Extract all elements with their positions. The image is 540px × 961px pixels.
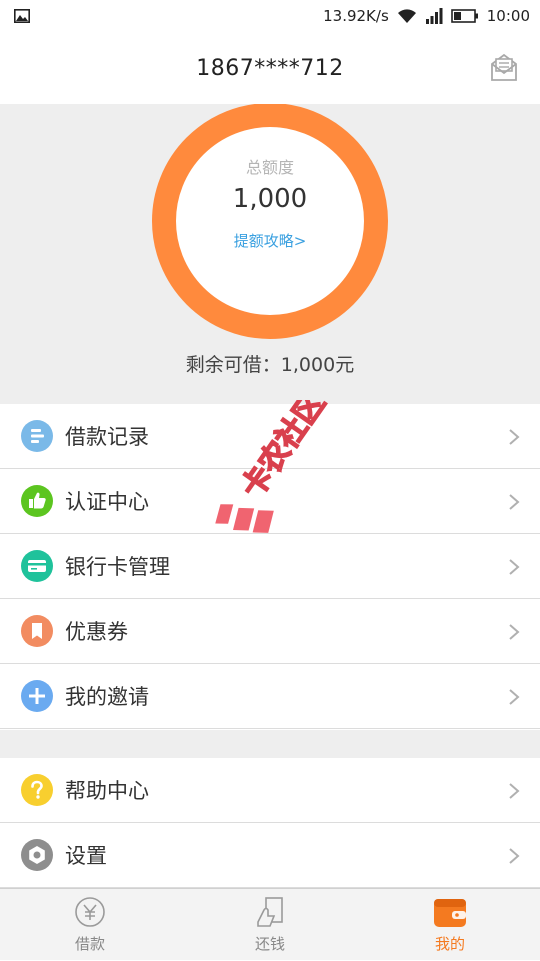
chevron-right-icon (509, 689, 520, 705)
tab-label: 还钱 (254, 935, 285, 953)
bottom-tab-bar: 借款 还钱 我的 (0, 888, 540, 960)
total-credit-label: 总额度 (245, 158, 294, 177)
menu-item-label: 借款记录 (65, 425, 149, 449)
status-bar: 13.92K/s 10:00 (0, 0, 540, 32)
chevron-right-icon (509, 559, 520, 575)
wallet-icon (434, 899, 466, 927)
thumbs-up-icon (21, 485, 53, 517)
image-icon (14, 9, 30, 23)
tab-loan[interactable]: 借款 (0, 889, 180, 961)
remaining-credit: 剩余可借：1,000元 (185, 354, 355, 376)
coupon-icon (21, 615, 53, 647)
raise-credit-link[interactable]: 提额攻略> (151, 230, 389, 251)
message-icon[interactable] (488, 52, 520, 84)
repay-icon (257, 897, 283, 927)
menu-item-help-center[interactable]: 帮助中心 (0, 758, 540, 823)
credit-ring: 总额度 1,000 提额攻略> (151, 104, 389, 340)
chevron-right-icon (509, 624, 520, 640)
section-divider (0, 730, 540, 758)
menu-item-verification[interactable]: 认证中心 (0, 469, 540, 534)
menu-item-coupons[interactable]: 优惠券 (0, 599, 540, 664)
total-credit-amount: 1,000 (232, 184, 308, 214)
tab-label: 我的 (434, 935, 465, 953)
ring-content: 总额度 1,000 提额攻略> (151, 104, 389, 340)
menu-item-invitations[interactable]: 我的邀请 (0, 664, 540, 729)
menu-item-bank-cards[interactable]: 银行卡管理 (0, 534, 540, 599)
chevron-right-icon (509, 429, 520, 445)
menu-group-secondary: 帮助中心 设置 (0, 758, 540, 888)
tab-repay[interactable]: 还钱 (180, 889, 360, 961)
plus-icon (21, 680, 53, 712)
chevron-right-icon (509, 848, 520, 864)
wifi-icon (397, 9, 416, 23)
tab-mine[interactable]: 我的 (360, 889, 540, 961)
help-icon (21, 774, 53, 806)
menu-item-loan-records[interactable]: 借款记录 (0, 404, 540, 469)
network-speed: 13.92K/s (323, 7, 389, 25)
battery-icon (450, 9, 478, 23)
header: 1867****712 (0, 32, 540, 104)
signal-icon (425, 8, 443, 24)
menu-item-label: 设置 (65, 844, 107, 868)
record-icon (21, 420, 53, 452)
menu-item-label: 认证中心 (65, 490, 149, 514)
menu-item-label: 银行卡管理 (65, 555, 170, 579)
menu-item-settings[interactable]: 设置 (0, 823, 540, 888)
status-right: 13.92K/s 10:00 (323, 0, 530, 32)
yen-icon (75, 897, 105, 927)
chevron-right-icon (509, 494, 520, 510)
page-title: 1867****712 (196, 55, 344, 81)
tab-label: 借款 (74, 935, 105, 953)
credit-panel: 总额度 1,000 提额攻略> 剩余可借：1,000元 (0, 104, 540, 404)
bank-card-icon (21, 550, 53, 582)
menu-item-label: 优惠券 (65, 620, 128, 644)
chevron-right-icon (509, 783, 520, 799)
clock: 10:00 (486, 7, 530, 25)
menu-group-main: 借款记录 认证中心 银行卡管理 优惠券 我的邀请 (0, 404, 540, 729)
menu-item-label: 帮助中心 (65, 779, 149, 803)
menu-item-label: 我的邀请 (65, 685, 149, 709)
settings-icon (21, 839, 53, 871)
